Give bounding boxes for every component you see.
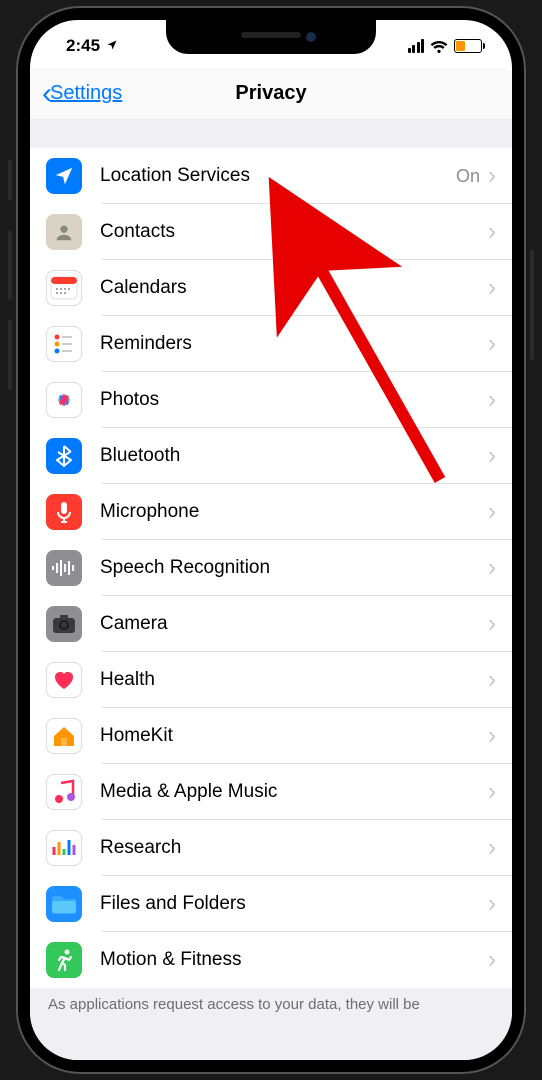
row-label: Contacts <box>100 221 488 243</box>
photos-icon <box>46 382 82 418</box>
fitness-icon <box>46 942 82 978</box>
cellular-signal-icon <box>408 39 425 53</box>
row-contacts[interactable]: Contacts› <box>30 204 512 260</box>
chevron-right-icon: › <box>488 666 496 694</box>
chevron-right-icon: › <box>488 610 496 638</box>
battery-icon <box>454 39 482 53</box>
row-label: Photos <box>100 389 488 411</box>
row-location-services[interactable]: Location ServicesOn › <box>30 148 512 204</box>
chevron-right-icon: › <box>488 218 496 246</box>
row-label: Media & Apple Music <box>100 781 488 803</box>
row-label: Health <box>100 669 488 691</box>
row-label: Speech Recognition <box>100 557 488 579</box>
row-speech-recognition[interactable]: Speech Recognition› <box>30 540 512 596</box>
settings-list: Location ServicesOn›Contacts›Calendars›R… <box>30 148 512 988</box>
row-label: Calendars <box>100 277 488 299</box>
camera-icon <box>46 606 82 642</box>
row-bluetooth[interactable]: Bluetooth› <box>30 428 512 484</box>
microphone-icon <box>46 494 82 530</box>
row-research[interactable]: Research› <box>30 820 512 876</box>
row-photos[interactable]: Photos› <box>30 372 512 428</box>
row-label: HomeKit <box>100 725 488 747</box>
row-label: Bluetooth <box>100 445 488 467</box>
row-label: Camera <box>100 613 488 635</box>
row-files-and-folders[interactable]: Files and Folders› <box>30 876 512 932</box>
row-homekit[interactable]: HomeKit› <box>30 708 512 764</box>
chevron-right-icon: › <box>488 778 496 806</box>
research-icon <box>46 830 82 866</box>
row-microphone[interactable]: Microphone› <box>30 484 512 540</box>
screen: 2:45 ‹ Settings Privacy Location <box>30 20 512 1060</box>
row-health[interactable]: Health› <box>30 652 512 708</box>
footer-text: As applications request access to your d… <box>30 988 512 1013</box>
row-value: On <box>456 166 480 187</box>
row-label: Microphone <box>100 501 488 523</box>
row-label: Motion & Fitness <box>100 949 488 971</box>
music-icon <box>46 774 82 810</box>
back-button[interactable]: ‹ Settings <box>42 79 122 109</box>
location-arrow-icon <box>46 158 82 194</box>
row-media-apple-music[interactable]: Media & Apple Music› <box>30 764 512 820</box>
folder-icon <box>46 886 82 922</box>
row-reminders[interactable]: Reminders› <box>30 316 512 372</box>
row-calendars[interactable]: Calendars› <box>30 260 512 316</box>
wifi-icon <box>430 39 448 53</box>
home-icon <box>46 718 82 754</box>
row-label: Files and Folders <box>100 893 488 915</box>
calendar-icon <box>46 270 82 306</box>
chevron-right-icon: › <box>488 890 496 918</box>
row-label: Research <box>100 837 488 859</box>
row-camera[interactable]: Camera› <box>30 596 512 652</box>
back-label: Settings <box>50 82 122 105</box>
chevron-right-icon: › <box>488 554 496 582</box>
page-title: Privacy <box>235 82 306 105</box>
chevron-right-icon: › <box>488 330 496 358</box>
bluetooth-icon <box>46 438 82 474</box>
chevron-right-icon: › <box>488 946 496 974</box>
reminders-icon <box>46 326 82 362</box>
row-motion-fitness[interactable]: Motion & Fitness› <box>30 932 512 988</box>
location-indicator-icon <box>106 38 118 54</box>
chevron-right-icon: › <box>488 722 496 750</box>
chevron-right-icon: › <box>488 498 496 526</box>
contacts-icon <box>46 214 82 250</box>
row-label: Reminders <box>100 333 488 355</box>
phone-frame: 2:45 ‹ Settings Privacy Location <box>16 6 526 1074</box>
chevron-right-icon: › <box>488 274 496 302</box>
nav-bar: ‹ Settings Privacy <box>30 68 512 120</box>
content-scroll[interactable]: Location ServicesOn›Contacts›Calendars›R… <box>30 120 512 1060</box>
status-time: 2:45 <box>66 36 100 56</box>
row-label: Location Services <box>100 165 456 187</box>
chevron-right-icon: › <box>488 162 496 190</box>
chevron-right-icon: › <box>488 834 496 862</box>
waveform-icon <box>46 550 82 586</box>
chevron-right-icon: › <box>488 442 496 470</box>
heart-icon <box>46 662 82 698</box>
notch <box>166 20 376 54</box>
chevron-right-icon: › <box>488 386 496 414</box>
